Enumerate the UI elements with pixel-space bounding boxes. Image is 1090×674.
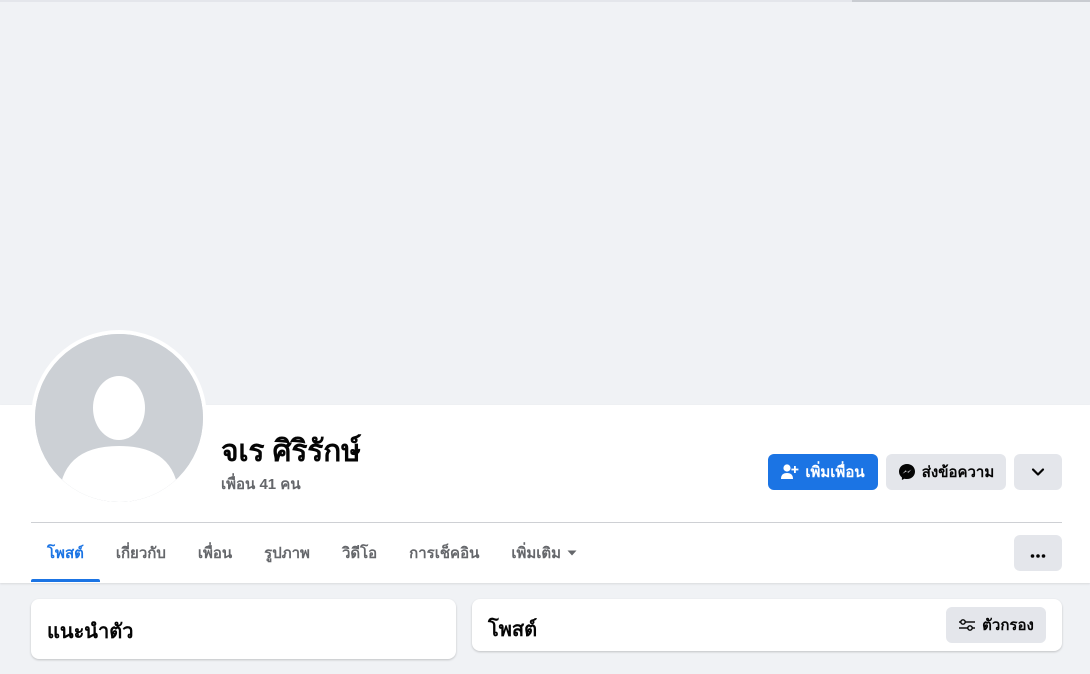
tab-label: โพสต์	[47, 545, 84, 562]
tab-photos[interactable]: รูปภาพ	[248, 524, 326, 582]
tab-checkins[interactable]: การเช็คอิน	[393, 524, 495, 582]
add-friend-button[interactable]: เพิ่มเพื่อน	[768, 454, 878, 490]
caret-down-icon	[567, 550, 577, 556]
profile-name: จเร ศิริรักษ์	[221, 435, 361, 468]
intro-card: แนะนำตัว	[31, 599, 456, 659]
send-message-label: ส่งข้อความ	[921, 464, 995, 481]
posts-card-title: โพสต์	[488, 619, 538, 641]
send-message-button[interactable]: ส่งข้อความ	[886, 454, 1006, 490]
tab-label: รูปภาพ	[264, 545, 310, 562]
filter-sliders-icon	[958, 618, 976, 632]
messenger-icon	[898, 463, 916, 481]
friends-count[interactable]: เพื่อน 41 คน	[221, 472, 301, 496]
ellipsis-icon	[1030, 545, 1046, 562]
filter-label: ตัวกรอง	[982, 617, 1034, 634]
tab-label: เกี่ยวกับ	[115, 545, 166, 562]
tabs-more-options-button[interactable]	[1014, 535, 1062, 571]
header-divider	[31, 522, 1062, 523]
tab-label: เพื่อน	[197, 545, 233, 562]
filter-button[interactable]: ตัวกรอง	[946, 607, 1046, 643]
tab-label: เพิ่มเติม	[511, 545, 562, 562]
default-avatar-silhouette	[35, 334, 203, 502]
posts-card: โพสต์ ตัวกรอง	[472, 599, 1062, 651]
intro-card-title: แนะนำตัว	[47, 621, 134, 643]
person-plus-icon	[781, 464, 799, 480]
add-friend-label: เพิ่มเพื่อน	[805, 464, 865, 481]
tab-videos[interactable]: วิดีโอ	[326, 524, 393, 582]
tab-label: วิดีโอ	[341, 545, 378, 562]
tab-label: การเช็คอิน	[409, 545, 480, 562]
tab-more[interactable]: เพิ่มเติม	[495, 524, 593, 582]
chevron-down-icon	[1031, 464, 1045, 481]
tab-about[interactable]: เกี่ยวกับ	[100, 524, 182, 582]
top-bar-edge	[852, 0, 1090, 2]
profile-tabs: โพสต์ เกี่ยวกับ เพื่อน รูปภาพ วิดีโอ การ…	[31, 524, 593, 582]
tab-posts[interactable]: โพสต์	[31, 524, 100, 582]
tab-friends[interactable]: เพื่อน	[182, 524, 248, 582]
avatar[interactable]	[35, 334, 203, 502]
profile-more-button[interactable]	[1014, 454, 1062, 490]
